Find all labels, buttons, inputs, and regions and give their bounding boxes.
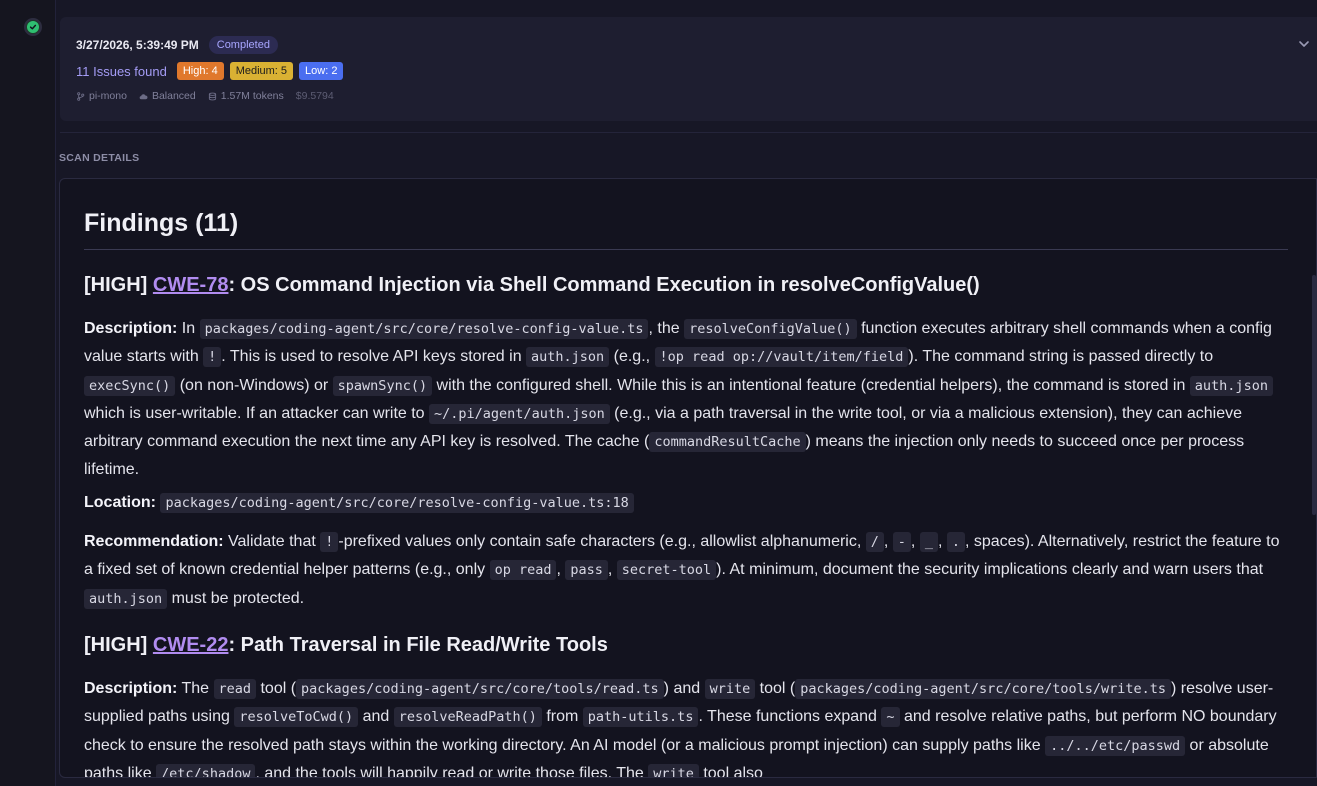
code: packages/coding-agent/src/core/resolve-c… xyxy=(199,319,649,339)
code: . xyxy=(946,532,965,552)
finding-1-severity: [HIGH] xyxy=(84,274,148,296)
code: resolveToCwd() xyxy=(234,707,359,728)
text: Validate that xyxy=(223,533,321,550)
code: auth.json xyxy=(526,347,610,368)
text: ). At minimum, document the security imp… xyxy=(716,561,1264,579)
text: ) and xyxy=(663,680,705,697)
coins-icon xyxy=(208,92,216,100)
text: , the xyxy=(648,320,685,337)
code: auth.json xyxy=(1189,375,1273,396)
description-label: Description: xyxy=(84,320,178,337)
code: _ xyxy=(919,532,938,552)
text: . These functions expand xyxy=(698,708,882,726)
text: . This is used to resolve API keys store… xyxy=(221,348,527,366)
code: - xyxy=(892,532,911,552)
code: secret-tool xyxy=(616,560,717,581)
scan-details-panel[interactable]: Findings (11) [HIGH] CWE-78: OS Command … xyxy=(59,178,1317,778)
finding-2-description: Description: The read tool (packages/cod… xyxy=(84,675,1288,778)
finding-1-cwe-link[interactable]: CWE-78 xyxy=(153,274,229,296)
scan-summary-card[interactable]: 3/27/2026, 5:39:49 PM Completed 11 Issue… xyxy=(60,17,1317,121)
text: tool also xyxy=(698,764,763,778)
finding-2-title: [HIGH] CWE-22: Path Traversal in File Re… xyxy=(84,634,608,657)
text: , xyxy=(607,561,617,579)
code: ~/.pi/agent/auth.json xyxy=(429,403,610,424)
code: execSync() xyxy=(84,375,176,396)
code: path-utils.ts xyxy=(582,707,699,728)
mode-meta: Balanced xyxy=(139,90,196,102)
repo-name: pi-mono xyxy=(89,90,127,102)
heading-rule xyxy=(84,249,1288,250)
cost-value: $9.5794 xyxy=(295,90,334,102)
text: and xyxy=(358,708,394,726)
text: with the configured shell. While this is… xyxy=(432,376,1190,394)
code: ! xyxy=(203,347,222,368)
left-rail xyxy=(0,0,56,786)
code: write xyxy=(704,679,756,699)
text: , and the tools will happily read or wri… xyxy=(255,764,649,778)
code: spawnSync() xyxy=(332,375,433,396)
code: /etc/shadow xyxy=(156,763,256,777)
code: auth.json xyxy=(84,588,168,609)
code: ! xyxy=(320,532,339,552)
code: packages/coding-agent/src/core/tools/rea… xyxy=(296,679,664,699)
code: resolveReadPath() xyxy=(393,707,542,728)
code: op read xyxy=(489,560,557,581)
text: In xyxy=(177,320,200,337)
token-count: 1.57M tokens xyxy=(220,90,284,102)
high-severity-badge: High: 4 xyxy=(176,62,224,80)
repo-meta: pi-mono xyxy=(76,90,127,102)
text: The xyxy=(177,680,214,697)
code: !op read op://vault/item/field xyxy=(654,347,909,368)
finding-1-title-text: : OS Command Injection via Shell Command… xyxy=(228,274,980,296)
low-severity-badge: Low: 2 xyxy=(299,62,344,80)
text: tool ( xyxy=(256,680,297,697)
git-branch-icon xyxy=(77,91,85,101)
chevron-down-icon[interactable] xyxy=(1297,37,1311,51)
location-label: Location: xyxy=(84,494,156,511)
finding-2-title-text: : Path Traversal in File Read/Write Tool… xyxy=(228,634,608,656)
code: read xyxy=(213,679,257,699)
scan-details-label: SCAN DETAILS xyxy=(59,152,140,164)
code: packages/coding-agent/src/core/tools/wri… xyxy=(795,679,1171,699)
text: ). The command string is passed directly… xyxy=(908,348,1214,366)
code: commandResultCache xyxy=(649,432,806,453)
tokens-meta: 1.57M tokens xyxy=(208,90,284,102)
finding-1-location: Location: packages/coding-agent/src/core… xyxy=(84,489,1288,517)
text: must be protected. xyxy=(167,589,305,607)
code: ../../etc/passwd xyxy=(1045,735,1186,756)
text: (e.g., xyxy=(609,348,655,366)
medium-severity-badge: Medium: 5 xyxy=(229,62,294,80)
cloud-icon xyxy=(139,93,148,99)
scan-date: 3/27/2026, 5:39:49 PM xyxy=(76,38,199,52)
location-path: packages/coding-agent/src/core/resolve-c… xyxy=(160,493,634,513)
text: , xyxy=(883,533,893,550)
text: tool ( xyxy=(755,680,796,697)
status-badge: Completed xyxy=(208,36,278,54)
text: which is user-writable. If an attacker c… xyxy=(84,404,430,422)
code: / xyxy=(865,532,884,552)
finding-1-recommendation: Recommendation: Validate that ! -prefixed… xyxy=(84,528,1288,613)
finding-1-description: Description: In packages/coding-agent/sr… xyxy=(84,315,1288,484)
code: resolveConfigValue() xyxy=(684,319,857,339)
text: , xyxy=(937,533,947,550)
text: , xyxy=(910,533,920,550)
text: from xyxy=(541,708,583,726)
text: -prefixed values only contain safe chara… xyxy=(338,533,866,550)
issues-found-count: 11 Issues found xyxy=(76,63,167,79)
code: pass xyxy=(565,560,608,581)
divider xyxy=(60,132,1317,133)
findings-heading: Findings (11) xyxy=(84,209,239,237)
completed-status-icon xyxy=(24,18,42,36)
code: write xyxy=(648,763,699,777)
recommendation-label: Recommendation: xyxy=(84,533,224,550)
scrollbar[interactable] xyxy=(1312,275,1316,515)
finding-2-severity: [HIGH] xyxy=(84,634,148,656)
mode-name: Balanced xyxy=(151,90,196,102)
finding-1-title: [HIGH] CWE-78: OS Command Injection via … xyxy=(84,274,980,297)
code: ~ xyxy=(881,707,900,728)
description-label: Description: xyxy=(84,680,178,697)
finding-2-cwe-link[interactable]: CWE-22 xyxy=(153,634,229,656)
text: (on non-Windows) or xyxy=(175,376,333,394)
